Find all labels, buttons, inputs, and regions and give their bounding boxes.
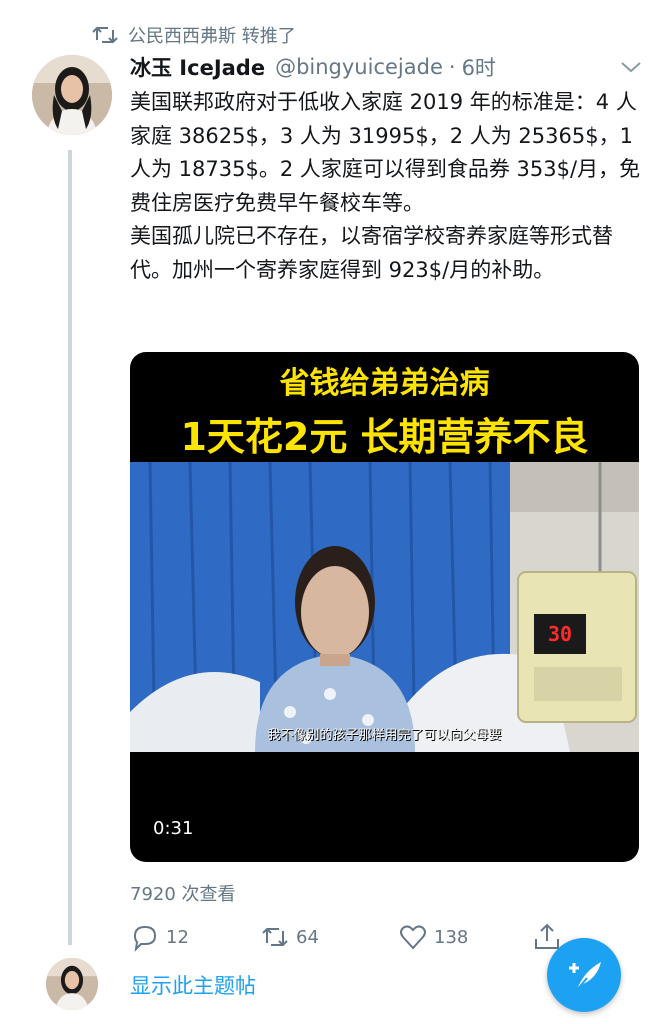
video-caption-top: 省钱给弟弟治病 — [279, 366, 490, 401]
retweet-icon — [262, 927, 288, 947]
chevron-down-icon[interactable] — [620, 60, 642, 74]
tweet-header: 冰玉 IceJade @bingyuicejade · 6时 — [130, 52, 650, 82]
video-duration: 0:31 — [153, 818, 194, 839]
avatar[interactable] — [32, 55, 112, 135]
separator-dot: · — [448, 55, 456, 79]
retweet-button[interactable]: 64 — [260, 922, 319, 952]
reply-icon — [133, 925, 157, 952]
reply-button[interactable]: 12 — [130, 922, 189, 952]
retweet-icon — [92, 26, 118, 44]
like-button[interactable]: 138 — [398, 922, 468, 952]
video-frame: 30 — [130, 462, 639, 752]
tweet-paragraph: 美国孤儿院已不存在，以寄宿学校寄养家庭等形式替代。加州一个寄养家庭得到 923$… — [130, 224, 613, 282]
tweet-paragraph: 美国联邦政府对于低收入家庭 2019 年的标准是：4 人家庭 38625$，3 … — [130, 90, 641, 215]
tweet-text: 美国联邦政府对于低收入家庭 2019 年的标准是：4 人家庭 38625$，3 … — [130, 86, 650, 287]
pump-display: 30 — [548, 622, 573, 646]
timestamp[interactable]: 6时 — [462, 52, 496, 82]
avatar-photo — [32, 55, 112, 135]
video-player[interactable]: 省钱给弟弟治病 1天花2元 长期营养不良 30 我不像别的孩子那样用完了可以向父… — [130, 352, 639, 862]
retweet-context[interactable]: 公民西西弗斯 转推了 — [92, 22, 296, 48]
compose-button[interactable] — [547, 938, 621, 1012]
user-handle[interactable]: @bingyuicejade — [275, 55, 443, 79]
retweet-count: 64 — [296, 926, 319, 948]
avatar[interactable] — [46, 958, 98, 1010]
video-caption-bottom: 1天花2元 长期营养不良 — [180, 415, 589, 459]
heart-icon — [400, 925, 426, 950]
retweet-label: 公民西西弗斯 转推了 — [128, 26, 296, 47]
video-subtitle: 我不像别的孩子那样用完了可以向父母要 — [267, 728, 502, 743]
show-thread-link[interactable]: 显示此主题帖 — [130, 970, 256, 1000]
thread-connector — [68, 150, 72, 945]
like-count: 138 — [434, 926, 469, 948]
compose-icon — [569, 962, 601, 991]
display-name[interactable]: 冰玉 IceJade — [130, 52, 265, 82]
reply-count: 12 — [166, 926, 189, 948]
view-count: 7920 次查看 — [130, 884, 236, 905]
avatar-photo — [46, 958, 98, 1010]
